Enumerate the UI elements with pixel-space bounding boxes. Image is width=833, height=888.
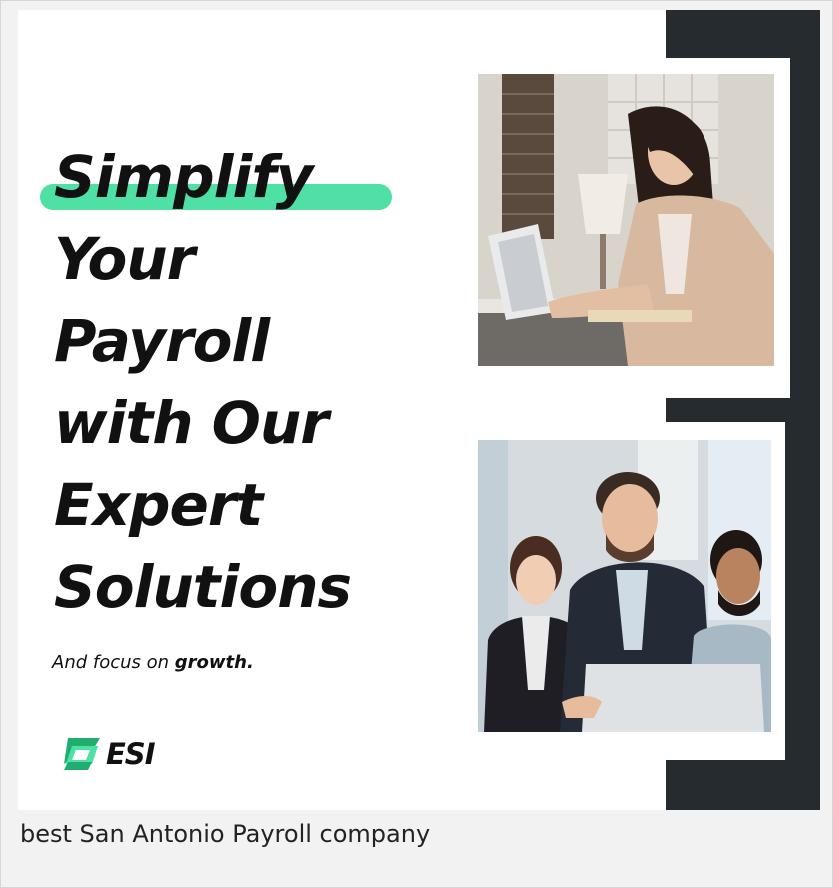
logo-text: ESI [106, 737, 155, 771]
headline-line-4: Expert [54, 471, 263, 539]
headline-highlight-text: Simplify [54, 143, 313, 211]
tagline-prefix: And focus on [52, 652, 175, 673]
headline: Simplify Your Payroll with Our Expert So… [40, 136, 392, 628]
image-frame: Simplify Your Payroll with Our Expert So… [0, 0, 833, 888]
headline-line-2: Payroll [54, 307, 270, 375]
team-meeting-at-laptop-photo [478, 440, 771, 732]
woman-working-on-laptop-photo [478, 74, 774, 366]
esi-logo: ESI [58, 734, 155, 774]
headline-line-5: Solutions [54, 553, 352, 621]
headline-line-1: Your [54, 225, 195, 293]
headline-line-3: with Our [54, 389, 329, 457]
tagline: And focus on growth. [52, 652, 254, 673]
headline-highlight-line: Simplify [40, 136, 392, 218]
image-caption: best San Antonio Payroll company [20, 820, 431, 848]
tagline-emphasis: growth. [174, 652, 254, 673]
esi-logo-icon [64, 738, 100, 770]
payroll-ad-banner: Simplify Your Payroll with Our Expert So… [18, 10, 820, 810]
